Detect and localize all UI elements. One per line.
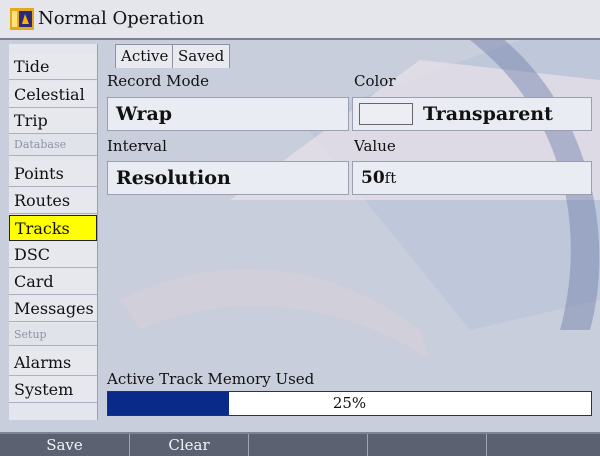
color-label: Color xyxy=(354,72,396,90)
memory-percent: 25% xyxy=(332,394,367,412)
softkey-5[interactable] xyxy=(487,434,600,456)
tab-active[interactable]: Active xyxy=(115,44,175,68)
sidebar-item-alarms[interactable]: Alarms xyxy=(9,350,97,376)
sidebar-item-celestial[interactable]: Celestial xyxy=(9,82,97,108)
value-number: 50 xyxy=(361,168,385,188)
save-softkey[interactable]: Save xyxy=(0,434,130,456)
sidebar: Tide Celestial Trip Database Points Rout… xyxy=(9,44,98,420)
clear-softkey[interactable]: Clear xyxy=(130,434,249,456)
record-mode-label: Record Mode xyxy=(107,72,210,90)
record-mode-field[interactable]: Wrap xyxy=(107,97,349,131)
sidebar-section-database: Database xyxy=(9,134,97,156)
color-swatch xyxy=(359,103,413,125)
softkey-bar: Save Clear xyxy=(0,432,600,456)
sidebar-item-messages[interactable]: Messages xyxy=(9,296,97,322)
sidebar-item-routes[interactable]: Routes xyxy=(9,188,97,214)
memory-label: Active Track Memory Used xyxy=(107,370,315,388)
sidebar-section-setup: Setup xyxy=(9,324,97,346)
sidebar-item-dsc[interactable]: DSC xyxy=(9,242,97,268)
softkey-3[interactable] xyxy=(249,434,368,456)
color-value: Transparent xyxy=(423,103,553,125)
tab-saved[interactable]: Saved xyxy=(172,44,231,68)
title-bar: Normal Operation xyxy=(0,0,600,40)
value-unit: ft xyxy=(384,169,397,187)
app-icon xyxy=(10,8,34,30)
softkey-4[interactable] xyxy=(368,434,487,456)
sidebar-item-tide[interactable]: Tide xyxy=(9,54,97,80)
sidebar-item-card[interactable]: Card xyxy=(9,269,97,295)
sidebar-item-points[interactable]: Points xyxy=(9,161,97,187)
window-title: Normal Operation xyxy=(38,8,205,29)
sidebar-item-system[interactable]: System xyxy=(9,377,97,403)
memory-progress-bar: 25% xyxy=(107,391,592,416)
color-field[interactable]: Transparent xyxy=(352,97,592,131)
interval-label: Interval xyxy=(107,137,167,155)
sidebar-item-tracks[interactable]: Tracks xyxy=(9,215,97,241)
value-field[interactable]: 50ft xyxy=(352,161,592,195)
sidebar-item-trip[interactable]: Trip xyxy=(9,108,97,134)
value-label: Value xyxy=(354,137,396,155)
interval-field[interactable]: Resolution xyxy=(107,161,349,195)
